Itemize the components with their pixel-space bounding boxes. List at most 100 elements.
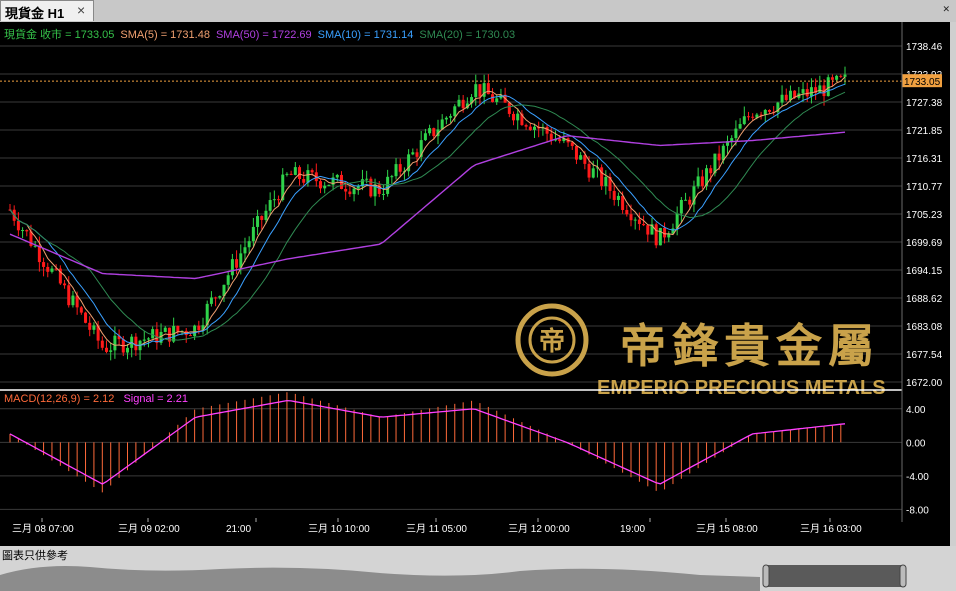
candle-body <box>146 338 150 340</box>
navigator-left-handle[interactable] <box>762 564 770 588</box>
candle-body <box>428 128 432 134</box>
candle-body <box>486 83 490 95</box>
price-chart[interactable]: 帝 帝鋒貴金屬 EMPERIO PRECIOUS METALS 現貨金 收市 =… <box>0 22 950 546</box>
time-label: 三月 16 03:00 <box>800 523 862 535</box>
candle-body <box>524 125 528 127</box>
indicator-value: 現貨金 收市 = 1733.05 <box>4 27 114 41</box>
candle-body <box>260 216 264 220</box>
candle-body <box>142 339 146 341</box>
candle-body <box>272 199 276 201</box>
candle-body <box>679 199 683 214</box>
candle-body <box>398 164 402 172</box>
candle-body <box>293 167 297 175</box>
candle-body <box>642 223 646 226</box>
candle-body <box>612 190 616 200</box>
candle-body <box>298 167 302 180</box>
candle-body <box>545 126 549 134</box>
close-icon[interactable]: × <box>77 2 85 18</box>
candle-body <box>16 220 20 231</box>
candle-body <box>579 155 583 160</box>
candle-body <box>696 176 700 187</box>
candle-body <box>218 296 222 298</box>
indicator-value: SMA(50) = 1722.69 <box>216 29 312 41</box>
macd-tick: -4.00 <box>906 472 929 483</box>
candle-body <box>688 199 692 205</box>
candle-body <box>625 209 629 215</box>
candle-body <box>574 146 578 160</box>
candle-body <box>663 227 667 238</box>
macd-header: MACD(12,26,9) = 2.12 Signal = 2.21 <box>4 393 188 405</box>
price-tick: 1699.69 <box>906 238 943 249</box>
candle-body <box>134 336 138 351</box>
candle-body <box>558 139 562 142</box>
macd-tick: 0.00 <box>906 438 926 449</box>
candle-body <box>767 109 771 112</box>
candle-body <box>365 178 369 180</box>
navigator-scrollbar[interactable] <box>0 561 956 591</box>
price-tick: 1672.00 <box>906 378 943 389</box>
candle-body <box>621 195 625 210</box>
navigator-right-handle[interactable] <box>899 564 907 588</box>
candle-body <box>285 173 289 175</box>
candle-body <box>717 153 721 161</box>
price-tick: 1721.85 <box>906 126 943 137</box>
time-label: 三月 15 08:00 <box>696 523 758 535</box>
candle-body <box>256 216 260 227</box>
candle-body <box>818 85 822 93</box>
candle-body <box>348 191 352 195</box>
time-label: 三月 09 02:00 <box>118 523 180 535</box>
candle-body <box>193 325 197 337</box>
macd-tick: 4.00 <box>906 405 926 416</box>
candle-body <box>344 188 348 192</box>
candle-body <box>600 167 604 187</box>
navigator-window[interactable] <box>765 565 905 587</box>
candle-body <box>763 109 767 115</box>
candle-body <box>658 227 662 246</box>
price-tick: 1694.15 <box>906 266 943 277</box>
candle-body <box>63 283 67 286</box>
price-tick: 1727.38 <box>906 98 943 109</box>
candle-body <box>730 138 734 142</box>
candle-body <box>88 322 92 330</box>
candle-body <box>37 245 41 263</box>
navigator-overview <box>0 566 760 591</box>
watermark-en: EMPERIO PRECIOUS METALS <box>597 377 886 399</box>
candle-body <box>843 74 847 77</box>
time-label: 三月 10 10:00 <box>308 523 370 535</box>
candle-body <box>209 297 213 304</box>
candle-body <box>684 199 688 201</box>
candle-body <box>214 297 218 299</box>
candle-body <box>461 99 465 109</box>
candle-body <box>734 128 738 139</box>
candle-body <box>780 94 784 103</box>
candle-body <box>457 99 461 107</box>
candle-body <box>251 226 255 242</box>
candle-body <box>264 210 268 220</box>
candle-body <box>746 116 750 118</box>
candle-body <box>230 259 234 276</box>
tab-chart[interactable]: 現貨金 H1 × <box>0 0 94 21</box>
candle-body <box>788 90 792 101</box>
macd-label: MACD(12,26,9) = 2.12 <box>4 393 114 405</box>
candle-body <box>830 77 834 80</box>
candle-body <box>25 230 29 232</box>
signal-label: Signal = 2.21 <box>123 393 188 405</box>
candle-body <box>197 325 201 331</box>
candle-body <box>335 174 339 178</box>
candle-body <box>415 152 419 157</box>
window-close-icon[interactable]: ✕ <box>942 4 950 15</box>
candle-body <box>356 186 360 189</box>
candle-body <box>289 173 293 175</box>
candle-body <box>835 75 839 80</box>
candle-body <box>100 340 104 348</box>
candle-body <box>637 219 641 224</box>
candle-body <box>226 275 230 285</box>
candle-body <box>163 327 167 332</box>
candle-body <box>46 266 50 272</box>
candle-body <box>423 133 427 141</box>
candle-body <box>700 176 704 187</box>
candle-body <box>826 77 830 97</box>
candle-body <box>528 126 532 130</box>
candle-body <box>113 335 117 351</box>
candle-body <box>432 128 436 137</box>
